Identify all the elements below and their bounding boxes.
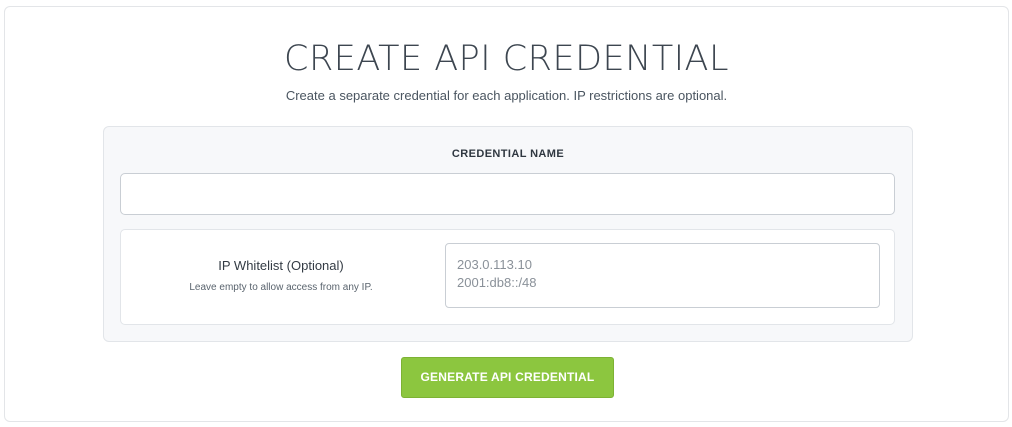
create-credential-panel: CREATE API CREDENTIAL Create a separate … [4,6,1009,422]
ip-whitelist-textarea[interactable] [445,243,880,308]
page-title: CREATE API CREDENTIAL [284,39,729,79]
credential-name-input[interactable] [120,173,895,215]
generate-api-credential-button[interactable]: GENERATE API CREDENTIAL [401,357,614,398]
credential-name-label: CREDENTIAL NAME [451,148,565,160]
ip-whitelist-label: IP Whitelist (Optional) [218,258,344,273]
ip-whitelist-hint: Leave empty to allow access from any IP. [189,282,373,293]
page-subtitle: Create a separate credential for each ap… [285,88,728,103]
credential-form: CREDENTIAL NAME IP Whitelist (Optional) … [103,126,913,342]
ip-whitelist-section: IP Whitelist (Optional) Leave empty to a… [120,229,895,325]
